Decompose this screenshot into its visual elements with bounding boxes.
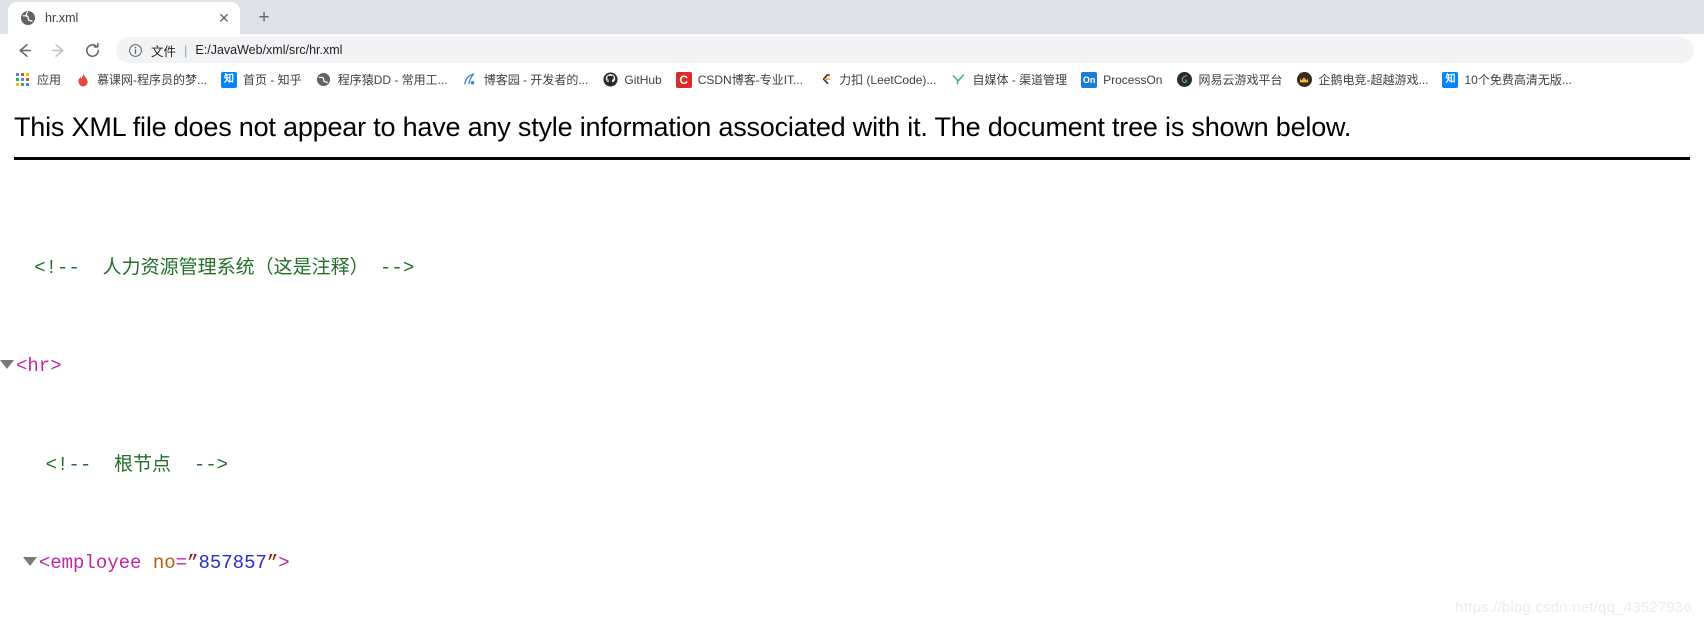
xml-tag: <hr> xyxy=(16,355,62,378)
bookmark-label: 慕课网-程序员的梦... xyxy=(97,72,208,87)
flame-icon xyxy=(75,72,91,88)
xml-comment: <!-- 根节点 --> xyxy=(45,453,229,476)
penguin-esports-icon xyxy=(1296,72,1312,88)
xml-equals: = xyxy=(175,551,188,574)
bookmark-label: 企鹅电竞-超越游戏... xyxy=(1318,72,1429,87)
bookmark-cnblogs[interactable]: 博客园 - 开发者的... xyxy=(455,69,596,91)
xml-tag-open: <employee xyxy=(38,551,153,574)
tab-title: hr.xml xyxy=(45,11,79,25)
bookmark-netease-games[interactable]: 网易云游戏平台 xyxy=(1169,69,1289,91)
xml-quote-open: ” xyxy=(187,551,199,574)
bookmark-apps[interactable]: 应用 xyxy=(8,69,68,91)
bookmark-label: 力扣 (LeetCode)... xyxy=(839,72,937,87)
xml-style-warning: This XML file does not appear to have an… xyxy=(14,112,1352,142)
globe-icon xyxy=(316,72,332,88)
new-tab-button[interactable]: + xyxy=(250,4,278,32)
processon-icon: On xyxy=(1081,71,1098,88)
tab-strip: hr.xml ✕ + xyxy=(0,0,1704,34)
xml-document-tree: <!-- 人力资源管理系统（这是注释） --> <hr> <!-- 根节点 --… xyxy=(0,160,1704,624)
xml-quote-close: ” xyxy=(266,551,279,574)
bookmarks-bar: 应用 慕课网-程序员的梦... 知 首页 - 知乎 程序猿DD - 常用工...… xyxy=(0,66,1704,94)
bird-icon xyxy=(950,72,966,88)
bookmark-csdn[interactable]: C CSDN博客-专业IT... xyxy=(669,69,810,91)
bookmark-label: 网易云游戏平台 xyxy=(1198,72,1283,87)
navigation-toolbar: 文件 | E:/JavaWeb/xml/src/hr.xml xyxy=(0,34,1704,66)
csdn-icon: C xyxy=(675,71,692,88)
github-icon xyxy=(602,72,618,88)
bookmark-label: 自媒体 - 渠道管理 xyxy=(972,72,1068,87)
bookmark-label: GitHub xyxy=(624,72,662,87)
bookmark-github[interactable]: GitHub xyxy=(595,69,668,91)
browser-window: hr.xml ✕ + 文件 | E:/JavaWeb/xml/src/hr.xm… xyxy=(0,0,1704,624)
apps-grid-icon xyxy=(15,72,31,88)
collapse-triangle-icon[interactable] xyxy=(22,556,37,566)
bookmark-zhihu-free-images[interactable]: 知 10个免费高清无版... xyxy=(1435,69,1578,91)
scheme-label: 文件 xyxy=(151,44,177,59)
netease-icon xyxy=(1176,72,1192,88)
zhihu-icon: 知 xyxy=(1442,71,1459,88)
close-icon[interactable]: ✕ xyxy=(216,10,232,26)
url-text: E:/JavaWeb/xml/src/hr.xml xyxy=(195,43,343,57)
info-icon[interactable] xyxy=(128,43,143,58)
leetcode-icon xyxy=(817,72,833,88)
bookmark-label: 10个免费高清无版... xyxy=(1464,72,1572,87)
bookmark-imooc[interactable]: 慕课网-程序员的梦... xyxy=(68,69,214,91)
collapse-triangle-icon[interactable] xyxy=(0,360,14,370)
xml-line-comment-node: <!-- 根节点 --> xyxy=(0,453,1704,478)
bookmark-processon[interactable]: On ProcessOn xyxy=(1074,69,1169,91)
bookmark-label: ProcessOn xyxy=(1103,72,1163,87)
bookmark-label: 程序猿DD - 常用工... xyxy=(337,72,448,87)
xml-comment: <!-- 人力资源管理系统（这是注释） --> xyxy=(34,256,415,279)
cnblogs-icon xyxy=(462,72,478,88)
bookmark-label: CSDN博客-专业IT... xyxy=(697,72,804,87)
bookmark-label: 首页 - 知乎 xyxy=(243,72,302,87)
bookmark-zhihu-home[interactable]: 知 首页 - 知乎 xyxy=(214,69,309,91)
zhihu-icon: 知 xyxy=(221,71,238,88)
xml-line-comment-root: <!-- 人力资源管理系统（这是注释） --> xyxy=(0,256,1704,281)
page-content: This XML file does not appear to have an… xyxy=(0,94,1704,624)
bookmark-label: 博客园 - 开发者的... xyxy=(483,72,589,87)
forward-icon[interactable] xyxy=(44,36,72,64)
tab-hr-xml[interactable]: hr.xml ✕ xyxy=(8,2,240,34)
xml-attribute-value: 857857 xyxy=(198,551,267,574)
back-icon[interactable] xyxy=(10,36,38,64)
xml-tag-bracket: > xyxy=(278,551,290,574)
bookmark-didaspace[interactable]: 程序猿DD - 常用工... xyxy=(309,69,455,91)
xml-line-hr-open: <hr> xyxy=(0,354,1704,379)
bookmark-zimeiti[interactable]: 自媒体 - 渠道管理 xyxy=(943,69,1074,91)
bookmark-penguin-esports[interactable]: 企鹅电竞-超越游戏... xyxy=(1289,69,1435,91)
address-bar[interactable]: 文件 | E:/JavaWeb/xml/src/hr.xml xyxy=(116,37,1694,63)
bookmark-leetcode[interactable]: 力扣 (LeetCode)... xyxy=(810,69,943,91)
reload-icon[interactable] xyxy=(78,36,106,64)
omnibox-separator: | xyxy=(184,42,188,58)
globe-icon xyxy=(20,10,36,26)
xml-attribute-name: no xyxy=(152,551,176,574)
bookmark-label: 应用 xyxy=(37,72,62,87)
xml-line-employee-open: <employee no=”857857”> xyxy=(0,551,1704,576)
watermark: https://blog.csdn.net/qq_43527936 xyxy=(1455,599,1692,616)
